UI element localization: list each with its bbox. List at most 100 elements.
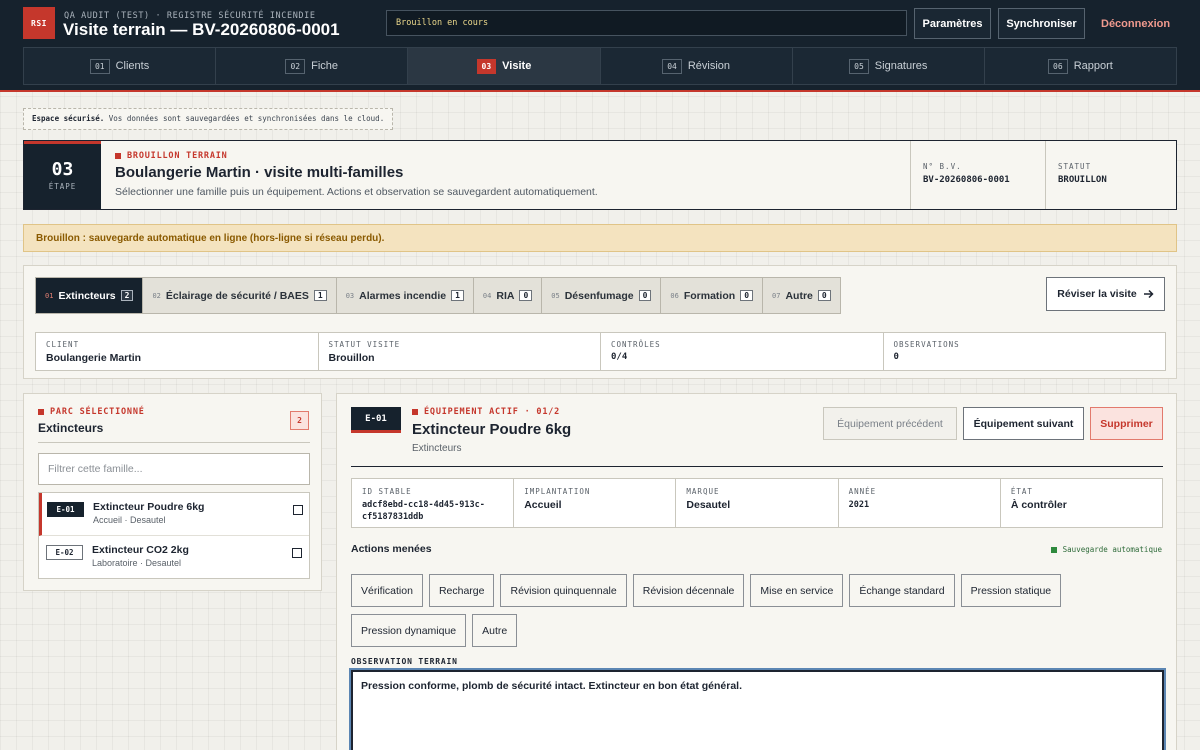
- tab-count-badge: 1: [451, 290, 464, 301]
- step-number: 02: [285, 58, 306, 74]
- action-verification[interactable]: Vérification: [351, 574, 423, 607]
- status-value: BROUILLON: [1058, 175, 1107, 185]
- step-clients[interactable]: 01 Clients: [24, 48, 217, 84]
- summary-label: STATUT VISITE: [328, 340, 401, 349]
- list-item[interactable]: E-02 Extincteur CO2 2kg Laboratoire · De…: [39, 536, 309, 579]
- action-pression-statique[interactable]: Pression statique: [960, 574, 1062, 607]
- fleet-kicker: PARC SÉLECTIONNÉ: [38, 407, 145, 417]
- tab-desenfumage[interactable]: 05 Désenfumage 0: [542, 278, 662, 313]
- arrow-right-icon: [1143, 289, 1154, 299]
- equipment-list: E-01 Extincteur Poudre 6kg Accueil · Des…: [38, 492, 310, 579]
- tab-count-badge: 2: [120, 290, 134, 301]
- fleet-panel: PARC SÉLECTIONNÉ Extincteurs 2 E-01 Exti…: [23, 393, 322, 591]
- action-recharge[interactable]: Recharge: [428, 574, 495, 607]
- equipment-title: Extincteur Poudre 6kg: [412, 421, 572, 438]
- step-signatures[interactable]: 05 Signatures: [792, 48, 985, 84]
- status-label: STATUT: [1058, 162, 1092, 171]
- step-number: 01: [89, 58, 110, 74]
- tab-label: Alarmes incendie: [359, 289, 447, 302]
- step-revision[interactable]: 04 Révision: [600, 48, 793, 84]
- tab-formation[interactable]: 06 Formation 0: [661, 278, 764, 313]
- equipment-tag: E-01: [47, 502, 84, 517]
- action-autre[interactable]: Autre: [472, 614, 518, 647]
- hero-kicker: BROUILLON TERRAIN: [115, 151, 228, 161]
- step-label: Fiche: [311, 60, 339, 72]
- previous-equipment-button[interactable]: Équipement précédent: [823, 407, 957, 440]
- step-rapport[interactable]: 06 Rapport: [984, 48, 1177, 84]
- tab-label: Autre: [785, 289, 813, 302]
- summary-visit-status: STATUT VISITE Brouillon: [319, 333, 601, 370]
- step-number: 05: [849, 58, 869, 74]
- detail-label: ÉTAT: [1010, 487, 1033, 496]
- families-panel: 0 1 Extincteurs 2 02 Éclairage de sécurité /…: [23, 265, 1177, 379]
- tab-autre[interactable]: 07 Autre 0: [763, 278, 840, 313]
- list-item[interactable]: E-01 Extincteur Poudre 6kg Accueil · Des…: [39, 493, 309, 536]
- tab-alarmes[interactable]: 03 Alarmes incendie 1: [336, 278, 474, 313]
- tab-number: 02: [152, 291, 161, 300]
- divider: [38, 442, 310, 443]
- tab-count-badge: 1: [313, 290, 327, 301]
- visit-summary: CLIENT Boulangerie Martin STATUT VISITE Br…: [35, 332, 1166, 371]
- observation-textarea[interactable]: Pression conforme, plomb de sécurité int…: [349, 668, 1166, 750]
- bv-label: N° B.V.: [923, 162, 962, 171]
- step-fiche[interactable]: 02 Fiche: [216, 48, 409, 84]
- hero-title: Boulangerie Martin · visite multi-famill…: [115, 164, 404, 181]
- detail-label: MARQUE: [686, 487, 720, 496]
- summary-label: CLIENT: [46, 340, 80, 349]
- equipment-tag: E-01: [351, 407, 401, 433]
- tab-count-badge: 0: [519, 290, 533, 301]
- tab-number: 06: [670, 291, 679, 300]
- tab-count-badge: 0: [740, 290, 754, 301]
- step-number: 03: [476, 58, 497, 74]
- detail-label: ANNÉE: [848, 487, 877, 496]
- tab-eclairage[interactable]: 02 Éclairage de sécurité / BAES 1: [143, 278, 337, 313]
- detail-location: IMPLANTATION Accueil: [514, 479, 677, 527]
- equipment-name: Extincteur CO2 2kg: [92, 544, 189, 556]
- step-label: Révision: [687, 60, 731, 72]
- autosave-label: Sauvegarde automatique: [1062, 545, 1162, 554]
- visit-status: STATUT BROUILLON: [1045, 141, 1176, 209]
- delete-button[interactable]: Supprimer: [1090, 407, 1163, 440]
- divider: [351, 466, 1163, 467]
- secure-notice-text: Vos données sont sauvegardées et synchro…: [108, 114, 385, 123]
- sync-button[interactable]: Synchroniser: [998, 8, 1085, 39]
- visit-hero: 03 ÉTAPE BROUILLON TERRAIN Boulangerie M…: [23, 140, 1177, 210]
- summary-controls: CONTRÔLES 0/4: [601, 333, 884, 370]
- tab-number: 04: [482, 291, 492, 300]
- review-visit-button[interactable]: Réviser la visite: [1046, 277, 1165, 311]
- step-indicator: 03 ÉTAPE: [24, 141, 101, 209]
- tab-label: Désenfumage: [564, 289, 634, 302]
- logout-button[interactable]: Déconnexion: [1101, 8, 1170, 39]
- fleet-filter-input[interactable]: [38, 453, 310, 485]
- top-bar: RSI QA AUDIT (TEST) · REGISTRE SÉCURITÉ …: [0, 0, 1200, 92]
- equipment-checkbox[interactable]: [293, 505, 303, 515]
- detail-value: Accueil: [524, 499, 562, 511]
- tab-extincteurs[interactable]: 01 Extincteurs 2: [36, 278, 144, 313]
- step-indicator-number: 03: [51, 159, 74, 180]
- action-chips: Vérification Recharge Révision quinquenn…: [351, 574, 1151, 647]
- action-echange-standard[interactable]: Échange standard: [849, 574, 955, 607]
- detail-value: adcf8ebd-cc18-4d45-913c-cf5187831ddb: [362, 500, 485, 522]
- action-revision-quinquennale[interactable]: Révision quinquennale: [500, 574, 627, 607]
- actions-title: Actions menées: [351, 543, 432, 555]
- equipment-name: Extincteur Poudre 6kg: [93, 501, 205, 513]
- tab-ria[interactable]: 04 RIA 0: [473, 278, 543, 313]
- equipment-family: Extincteurs: [412, 443, 462, 454]
- action-revision-decennale[interactable]: Révision décennale: [632, 574, 745, 607]
- next-equipment-button[interactable]: Équipement suivant: [963, 407, 1084, 440]
- detail-label: ID STABLE: [362, 487, 412, 496]
- draft-status-field: Brouillon en cours: [386, 10, 907, 36]
- equipment-details: ID STABLE adcf8ebd-cc18-4d45-913c-cf51878…: [351, 478, 1163, 528]
- summary-value: Brouillon: [328, 352, 375, 364]
- action-mise-en-service[interactable]: Mise en service: [750, 574, 844, 607]
- tab-label: Formation: [683, 289, 736, 302]
- fleet-title: Extincteurs: [38, 421, 104, 435]
- settings-button[interactable]: Paramètres: [914, 8, 991, 39]
- step-visite[interactable]: 03 Visite: [408, 48, 601, 84]
- detail-value: À contrôler: [1010, 499, 1067, 511]
- equipment-checkbox[interactable]: [292, 548, 302, 558]
- tab-label: Extincteurs: [58, 289, 116, 302]
- action-pression-dynamique[interactable]: Pression dynamique: [351, 614, 467, 647]
- tab-number: 07: [772, 291, 781, 300]
- step-label: Rapport: [1073, 60, 1113, 72]
